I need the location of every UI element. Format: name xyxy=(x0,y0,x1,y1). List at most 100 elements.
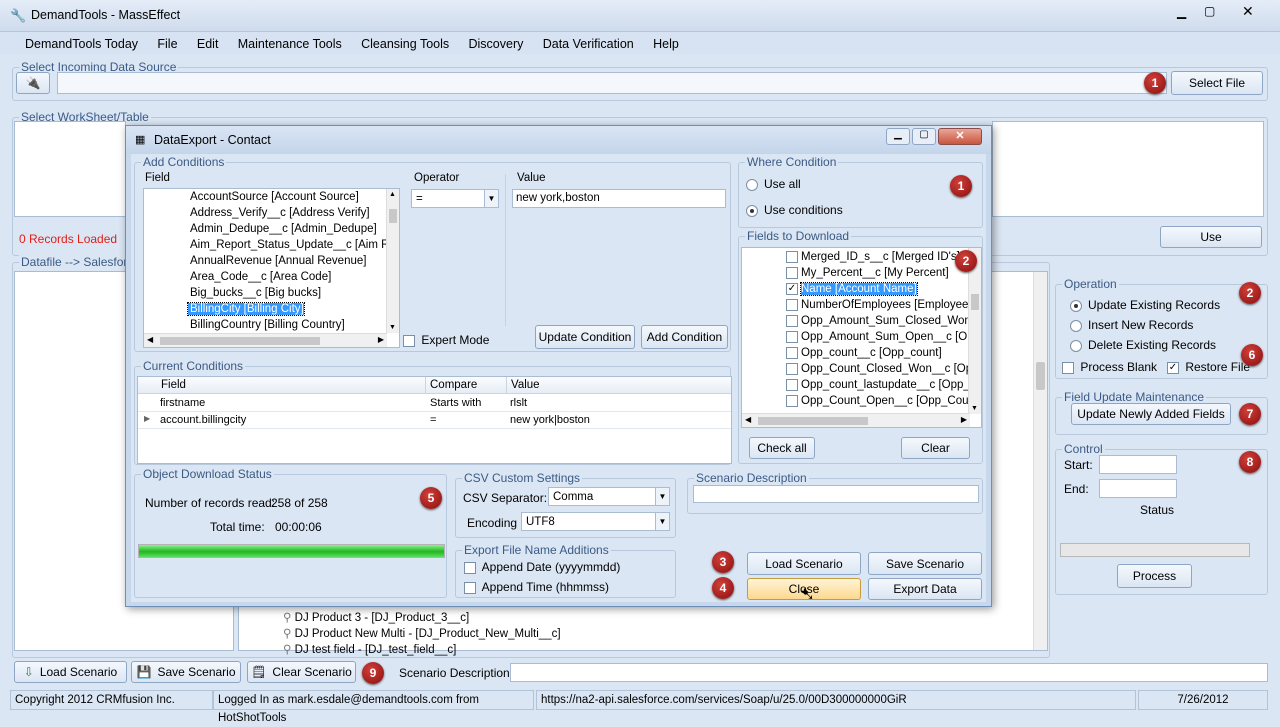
download-field-item[interactable]: Opp_Count_Closed_Won__c [Opp_ xyxy=(786,361,981,377)
export-data-button[interactable]: Export Data xyxy=(868,578,982,600)
col-field[interactable]: Field xyxy=(161,379,186,391)
update-existing-radio[interactable]: Update Existing Records xyxy=(1070,295,1220,315)
update-newly-added-button[interactable]: Update Newly Added Fields xyxy=(1071,403,1231,425)
select-file-button[interactable]: Select File xyxy=(1171,71,1263,95)
download-list-vscroll[interactable]: ▼ xyxy=(968,248,981,414)
clear-fields-button[interactable]: Clear xyxy=(901,437,970,459)
checkbox-box[interactable]: ✓ xyxy=(786,282,798,295)
chevron-down-icon: ▼ xyxy=(655,488,669,505)
radio-label: Update Existing Records xyxy=(1088,298,1221,312)
scenario-description-field[interactable] xyxy=(510,663,1268,682)
menu-discovery[interactable]: Discovery xyxy=(461,34,532,54)
checkbox-box[interactable] xyxy=(786,330,798,343)
append-time-checkbox[interactable]: Append Time (hhmmss) xyxy=(464,580,609,594)
close-icon[interactable]: ✕ xyxy=(1242,3,1254,20)
menu-file[interactable]: File xyxy=(149,34,185,54)
download-list-hscroll[interactable]: ◀ ▶ xyxy=(742,413,970,427)
status-date: 7/26/2012 xyxy=(1138,690,1268,710)
menu-maintenance-tools[interactable]: Maintenance Tools xyxy=(230,34,350,54)
field-list-item[interactable]: Area_Code__c [Area Code] xyxy=(188,269,387,285)
download-field-item[interactable]: My_Percent__c [My Percent] xyxy=(786,265,981,281)
col-value[interactable]: Value xyxy=(506,377,544,394)
checkbox-box[interactable] xyxy=(786,394,798,407)
menu-cleansing-tools[interactable]: Cleansing Tools xyxy=(353,34,457,54)
checkbox-box[interactable] xyxy=(786,362,798,375)
process-button[interactable]: Process xyxy=(1117,564,1192,588)
field-list[interactable]: AccountSource [Account Source] Address_Ve… xyxy=(143,188,400,348)
update-condition-button[interactable]: Update Condition xyxy=(535,325,635,349)
checkbox-box[interactable] xyxy=(786,378,798,391)
download-field-item[interactable]: Opp_count_lastupdate__c [Opp_co xyxy=(786,377,981,393)
condition-field: account.billingcity xyxy=(160,414,247,426)
process-blank-checkbox[interactable]: Process Blank xyxy=(1062,360,1157,374)
checkbox-box[interactable] xyxy=(786,298,798,311)
end-field[interactable] xyxy=(1099,479,1177,498)
field-list-item[interactable]: BillingCountry [Billing Country] xyxy=(188,317,387,333)
condition-row[interactable]: firstname Starts with rlslt xyxy=(138,395,731,412)
dialog-close-icon[interactable]: ✕ xyxy=(938,128,982,145)
badge-icon: 2 xyxy=(955,250,977,272)
append-date-checkbox[interactable]: Append Date (yyyymmdd) xyxy=(464,560,620,574)
field-list-item[interactable]: AccountSource [Account Source] xyxy=(188,189,387,205)
check-all-button[interactable]: Check all xyxy=(749,437,815,459)
field-list-item[interactable]: Aim_Report_Status_Update__c [Aim Rep xyxy=(188,237,399,253)
download-field-item[interactable]: Opp_Amount_Sum_Closed_Won__ xyxy=(786,313,981,329)
condition-row[interactable]: ▶ account.billingcity = new york|boston xyxy=(138,412,731,429)
insert-new-radio[interactable]: Insert New Records xyxy=(1070,315,1220,335)
use-button[interactable]: Use xyxy=(1160,226,1262,248)
field-list-item[interactable]: BillingCity [Billing City] xyxy=(187,301,387,317)
start-field[interactable] xyxy=(1099,455,1177,474)
main-load-scenario-button[interactable]: ⇩ Load Scenario xyxy=(14,661,127,683)
minimize-icon[interactable]: ▁ xyxy=(1177,5,1186,19)
checkbox-label: Append Date (yyyymmdd) xyxy=(481,560,621,574)
field-list-item[interactable]: Admin_Dedupe__c [Admin_Dedupe] xyxy=(188,221,387,237)
checkbox-box[interactable] xyxy=(786,266,798,279)
download-fields-list[interactable]: Merged_ID_s__c [Merged ID's] My_Percent__… xyxy=(741,247,982,428)
download-field-item[interactable]: NumberOfEmployees [Employees] xyxy=(786,297,981,313)
use-conditions-radio[interactable]: Use conditions xyxy=(746,203,843,217)
download-field-item[interactable]: Opp_Amount_Sum_Open__c [Opp_ xyxy=(786,329,981,345)
dialog-scenario-description-field[interactable] xyxy=(693,485,979,503)
browse-source-button[interactable]: 🔌 xyxy=(16,72,50,94)
col-compare[interactable]: Compare xyxy=(425,377,481,394)
menu-help[interactable]: Help xyxy=(645,34,687,54)
field-list-hscroll[interactable]: ◀ ▶ xyxy=(144,333,387,347)
source-path-field[interactable] xyxy=(57,72,1167,94)
main-save-scenario-button[interactable]: 💾 Save Scenario xyxy=(131,661,241,683)
restore-file-checkbox[interactable]: ✓ Restore File xyxy=(1167,360,1250,374)
maximize-icon[interactable]: ▢ xyxy=(1204,4,1215,18)
field-list-item[interactable]: AnnualRevenue [Annual Revenue] xyxy=(188,253,387,269)
download-field-item[interactable]: Merged_ID_s__c [Merged ID's] xyxy=(786,249,981,265)
add-condition-button[interactable]: Add Condition xyxy=(641,325,728,349)
download-field-item[interactable]: ✓ Name [Account Name] xyxy=(786,281,981,297)
download-field-item[interactable]: Opp_Count_Open__c [Opp_Count_ xyxy=(786,393,981,409)
expert-mode-checkbox[interactable]: Expert Mode xyxy=(403,333,489,347)
tree-item[interactable]: ⚲ DJ test field - [DJ_test_field__c] xyxy=(283,642,561,658)
dialog-load-scenario-button[interactable]: Load Scenario xyxy=(747,552,861,575)
tree-item[interactable]: ⚲ DJ Product New Multi - [DJ_Product_New… xyxy=(283,626,561,642)
conditions-grid[interactable]: Field Compare Value firstname Starts wit… xyxy=(137,376,732,464)
tree-item[interactable]: ⚲ DJ Product 3 - [DJ_Product_3__c] xyxy=(283,610,561,626)
menu-data-verification[interactable]: Data Verification xyxy=(535,34,642,54)
operator-select[interactable]: = ▼ xyxy=(411,189,499,208)
dialog-maximize-icon[interactable]: ▢ xyxy=(912,128,936,145)
field-list-item[interactable]: Address_Verify__c [Address Verify] xyxy=(188,205,387,221)
condition-value-input[interactable]: new york,boston xyxy=(512,189,726,208)
download-field-item[interactable]: Opp_count__c [Opp_count] xyxy=(786,345,981,361)
worksheet-list[interactable] xyxy=(14,121,126,217)
csv-separator-select[interactable]: Comma ▼ xyxy=(548,487,670,506)
delete-existing-radio[interactable]: Delete Existing Records xyxy=(1070,335,1220,355)
menu-edit[interactable]: Edit xyxy=(189,34,227,54)
checkbox-box[interactable] xyxy=(786,250,798,263)
menu-demandtools-today[interactable]: DemandTools Today xyxy=(17,34,146,54)
use-all-radio[interactable]: Use all xyxy=(746,177,801,191)
checkbox-box[interactable] xyxy=(786,346,798,359)
field-list-vscroll[interactable]: ▲ ▼ xyxy=(386,189,399,333)
field-list-item[interactable]: Big_bucks__c [Big bucks] xyxy=(188,285,387,301)
dialog-minimize-icon[interactable]: ▁ xyxy=(886,128,910,145)
main-clear-scenario-button[interactable]: 🗒 Clear Scenario xyxy=(247,661,356,683)
dialog-save-scenario-button[interactable]: Save Scenario xyxy=(868,552,982,575)
tree-scrollbar[interactable] xyxy=(1033,272,1047,650)
encoding-select[interactable]: UTF8 ▼ xyxy=(521,512,670,531)
checkbox-box[interactable] xyxy=(786,314,798,327)
